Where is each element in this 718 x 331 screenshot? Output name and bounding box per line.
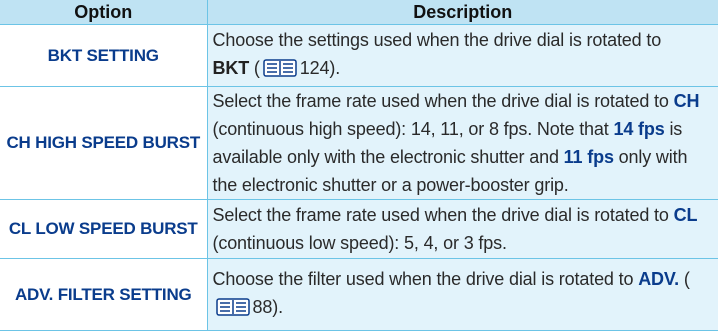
page-number: 124 xyxy=(299,58,330,78)
description-text: Choose the settings used when the drive … xyxy=(212,30,662,50)
header-description: Description xyxy=(207,0,718,25)
option-name: CL LOW SPEED BURST xyxy=(0,199,208,259)
description-text: Select the frame rate used when the driv… xyxy=(212,205,674,225)
option-name: ADV. FILTER SETTING xyxy=(0,258,208,331)
description-text: ). xyxy=(272,297,283,317)
page-number: 88 xyxy=(252,297,273,317)
option-description: Select the frame rate used when the driv… xyxy=(207,199,718,259)
description-text: ( xyxy=(678,269,690,289)
option-description: Choose the filter used when the drive di… xyxy=(207,258,718,331)
option-description: Choose the settings used when the drive … xyxy=(207,24,718,87)
option-description: Select the frame rate used when the driv… xyxy=(207,86,718,200)
description-text: (continuous high speed): 14, 11, or 8 fp… xyxy=(212,119,614,139)
keyword: ADV. xyxy=(638,269,679,289)
description-text: ( xyxy=(249,58,260,78)
book-reference-icon xyxy=(215,296,250,324)
description-text: (continuous low speed): 5, 4, or 3 fps. xyxy=(212,233,507,253)
description-text: Choose the filter used when the drive di… xyxy=(212,269,639,289)
option-name: BKT SETTING xyxy=(0,24,208,87)
table-row: CH HIGH SPEED BURST Select the frame rat… xyxy=(0,86,718,200)
options-table: Option Description BKT SETTING Choose th… xyxy=(0,0,718,331)
table-header-row: Option Description xyxy=(0,0,718,25)
keyword: BKT xyxy=(212,58,250,78)
table-row: BKT SETTING Choose the settings used whe… xyxy=(0,24,718,87)
option-name: CH HIGH SPEED BURST xyxy=(0,86,208,200)
keyword: CH xyxy=(673,91,700,111)
keyword: 11 fps xyxy=(563,147,614,167)
header-option: Option xyxy=(0,0,208,25)
keyword: CL xyxy=(673,205,698,225)
table-row: ADV. FILTER SETTING Choose the filter us… xyxy=(0,258,718,331)
description-text: ). xyxy=(329,58,341,78)
table-row: CL LOW SPEED BURST Select the frame rate… xyxy=(0,199,718,259)
description-text: Select the frame rate used when the driv… xyxy=(212,91,674,111)
book-reference-icon xyxy=(263,57,297,85)
keyword: 14 fps xyxy=(613,119,665,139)
